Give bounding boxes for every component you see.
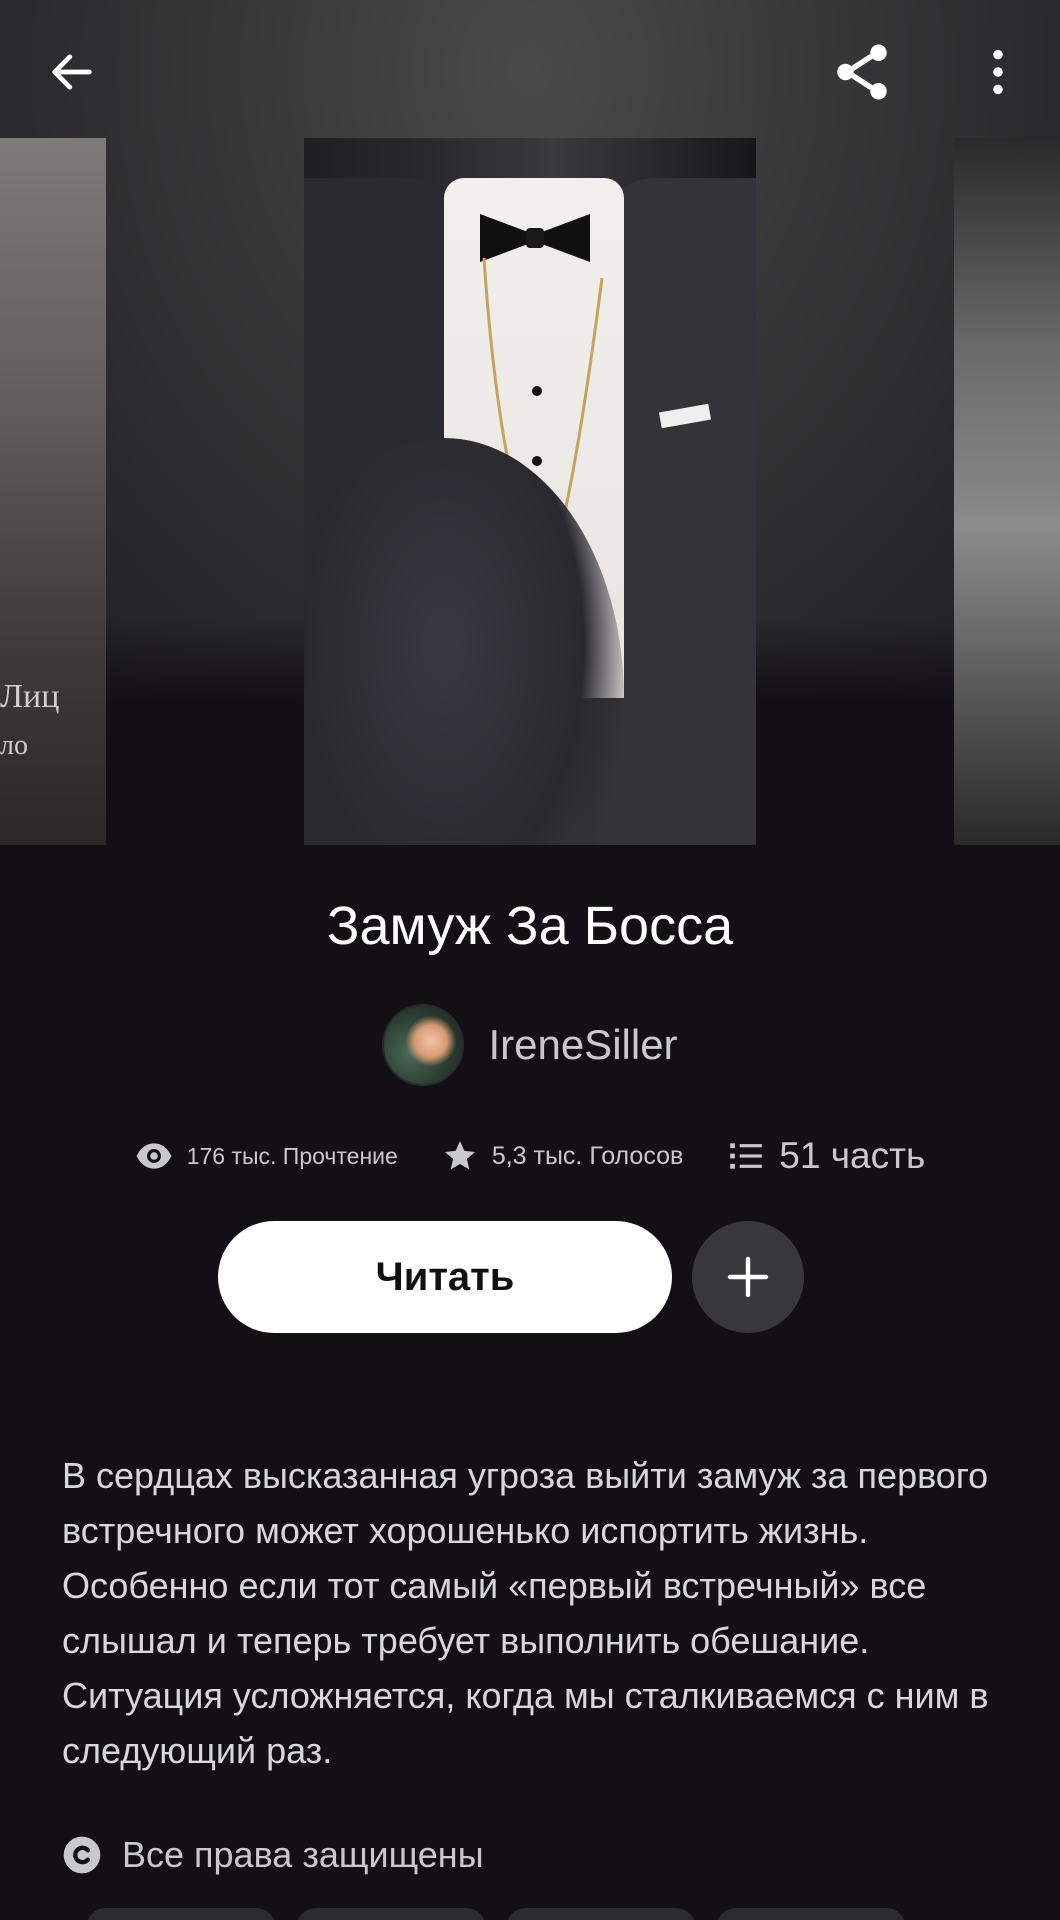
- story-actions: Читать: [0, 1220, 1060, 1334]
- eye-icon: [136, 1143, 172, 1169]
- cover-previous[interactable]: Лиц ло: [0, 138, 106, 845]
- parts-stat[interactable]: 51 часть: [727, 1135, 925, 1177]
- add-to-library-button[interactable]: [692, 1221, 804, 1333]
- more-options-button[interactable]: [954, 28, 1042, 116]
- tag-chip[interactable]: [296, 1908, 486, 1920]
- cover-next[interactable]: [954, 138, 1060, 845]
- cover-previous-caption: Лиц ло: [0, 678, 106, 762]
- plus-icon: [727, 1256, 769, 1298]
- story-stats: 176 тыс. Прочтение 5,3 тыс. Голосов 51 ч…: [0, 1126, 1060, 1186]
- read-button[interactable]: Читать: [218, 1221, 672, 1333]
- tags-row: [0, 1908, 1060, 1920]
- tag-chip[interactable]: [716, 1908, 906, 1920]
- share-icon: [837, 44, 887, 100]
- reads-count: 176 тыс. Прочтение: [186, 1142, 398, 1169]
- back-button[interactable]: [28, 28, 116, 116]
- cover-stud: [532, 386, 542, 396]
- star-icon: [444, 1141, 475, 1170]
- votes-count: 5,3 тыс. Голосов: [491, 1141, 684, 1170]
- copyright-icon: [63, 1836, 101, 1874]
- more-vertical-icon: [993, 49, 1003, 95]
- list-icon: [730, 1143, 763, 1169]
- story-title: Замуж За Босса: [326, 896, 734, 956]
- copyright-row: Все права защищены: [62, 1828, 484, 1882]
- votes-stat: 5,3 тыс. Голосов: [442, 1138, 683, 1174]
- story-details-screen: Лиц ло Замуж За Босса IreneSiller 176 ты…: [0, 0, 1060, 1920]
- cover-current[interactable]: [304, 138, 756, 845]
- author-avatar[interactable]: [382, 1004, 465, 1086]
- cover-previous-caption-bottom: ло: [0, 730, 28, 761]
- arrow-left-icon: [52, 54, 92, 90]
- story-description: В сердцах высказанная угроза выйти замуж…: [62, 1455, 989, 1771]
- tag-chip[interactable]: [506, 1908, 696, 1920]
- reads-stat: 176 тыс. Прочтение: [135, 1137, 398, 1175]
- tag-chip[interactable]: [86, 1908, 276, 1920]
- share-button[interactable]: [818, 28, 906, 116]
- author-row[interactable]: IreneSiller: [0, 1003, 1060, 1087]
- author-name[interactable]: IreneSiller: [488, 1021, 677, 1069]
- cover-stud: [532, 456, 542, 466]
- copyright-text: Все права защищены: [122, 1834, 484, 1875]
- parts-count: 51 часть: [779, 1135, 926, 1176]
- top-bar: [0, 0, 1060, 130]
- cover-previous-caption-top: Лиц: [0, 678, 60, 715]
